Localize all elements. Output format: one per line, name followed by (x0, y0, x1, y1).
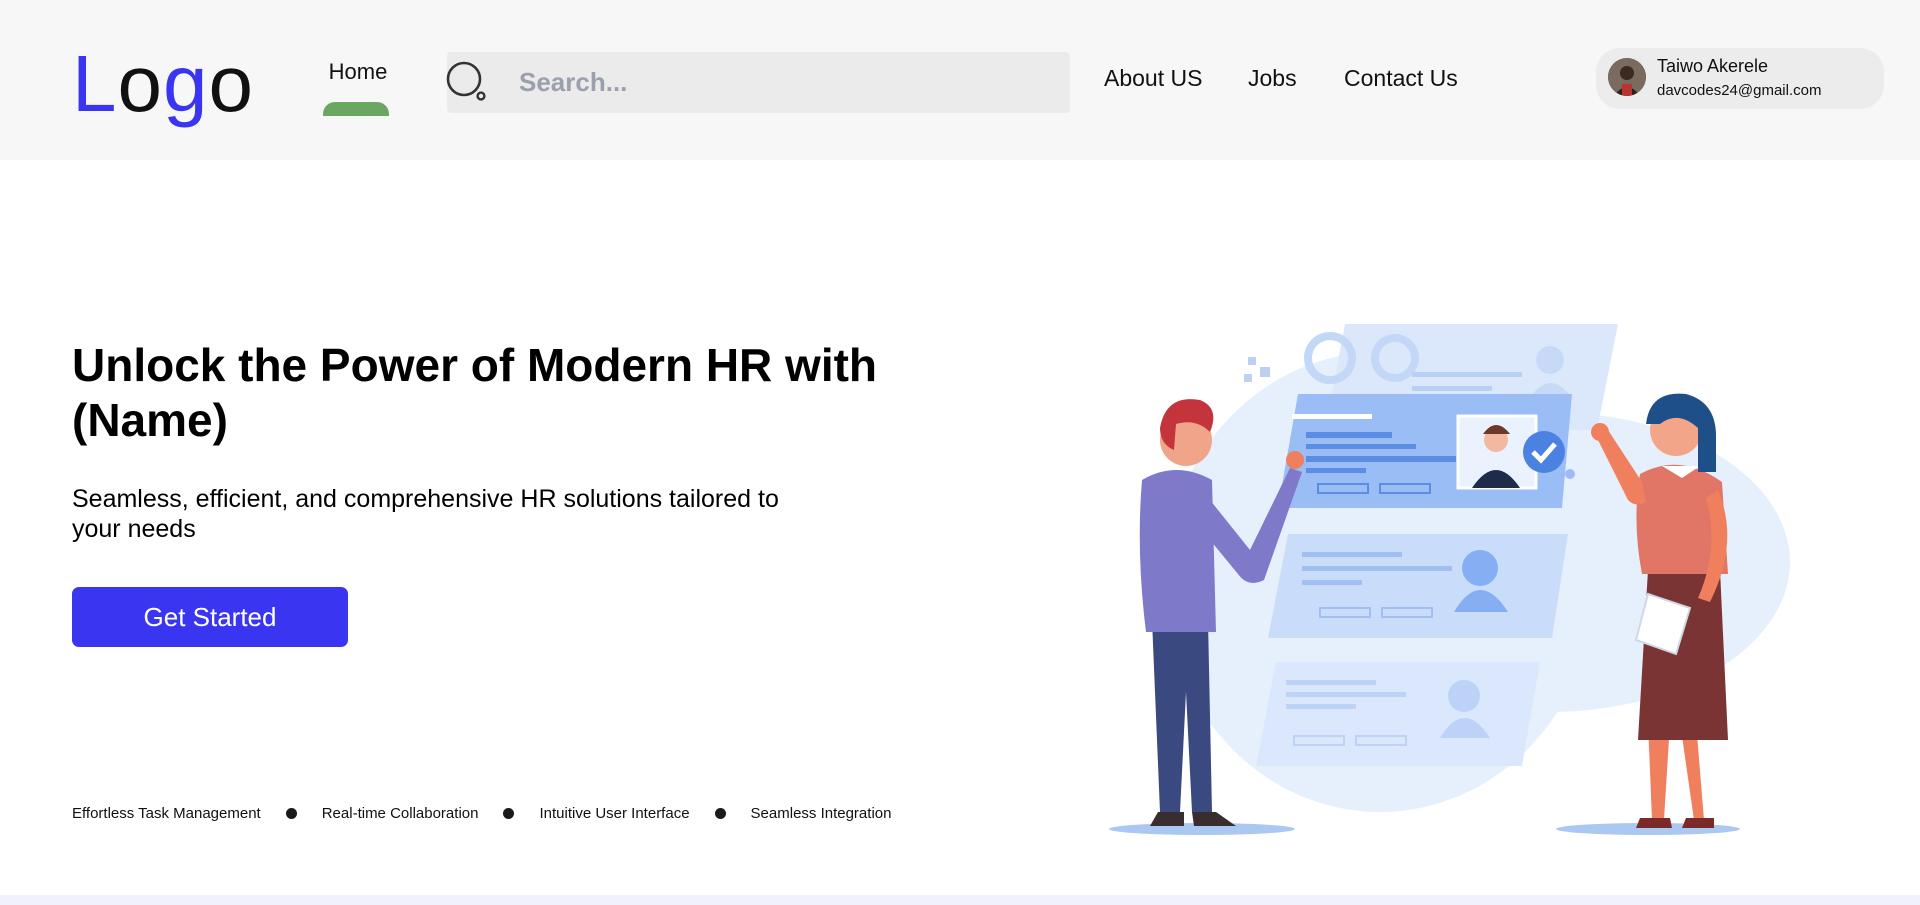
avatar-image (1608, 58, 1646, 96)
hero-illustration (1109, 324, 1790, 835)
bullet-dot (714, 808, 726, 819)
search-icon[interactable] (445, 60, 489, 104)
nav-home-label: Home (328, 59, 388, 84)
logo-letter: o (117, 39, 163, 128)
nav-jobs[interactable]: Jobs (1248, 64, 1297, 92)
nav-home[interactable]: Home (322, 58, 394, 116)
get-started-button[interactable]: Get Started (72, 587, 348, 647)
nav-about-us[interactable]: About US (1104, 64, 1202, 92)
user-profile-chip[interactable]: Taiwo Akerele davcodes24@gmail.com (1596, 48, 1884, 109)
hero-title: Unlock the Power of Modern HR with (Name… (72, 339, 878, 446)
feature-item: Seamless Integration (750, 805, 892, 822)
search-input[interactable] (519, 52, 1059, 113)
logo[interactable]: Logo (72, 38, 254, 130)
user-name: Taiwo Akerele (1657, 56, 1769, 76)
bullet-dot (503, 808, 515, 819)
feature-item: Real-time Collaboration (321, 805, 479, 822)
logo-letter: g (163, 39, 209, 128)
active-nav-indicator (323, 102, 389, 116)
bullet-dot (285, 808, 297, 819)
feature-item: Effortless Task Management (72, 805, 261, 822)
feature-item: Intuitive User Interface (539, 805, 690, 822)
hero-subtitle: Seamless, efficient, and comprehensive H… (72, 485, 779, 543)
top-header: Logo Home About US Jobs Contact Us Taiwo… (0, 0, 1920, 160)
nav-contact-us[interactable]: Contact Us (1344, 64, 1458, 92)
logo-letter: L (72, 39, 118, 128)
search-bar[interactable] (445, 52, 1070, 113)
feature-list: Effortless Task Management Real-time Col… (72, 805, 891, 822)
user-email: davcodes24@gmail.com (1657, 82, 1822, 99)
avatar (1608, 58, 1646, 96)
logo-letter: o (208, 39, 254, 128)
section-divider (0, 895, 1920, 905)
